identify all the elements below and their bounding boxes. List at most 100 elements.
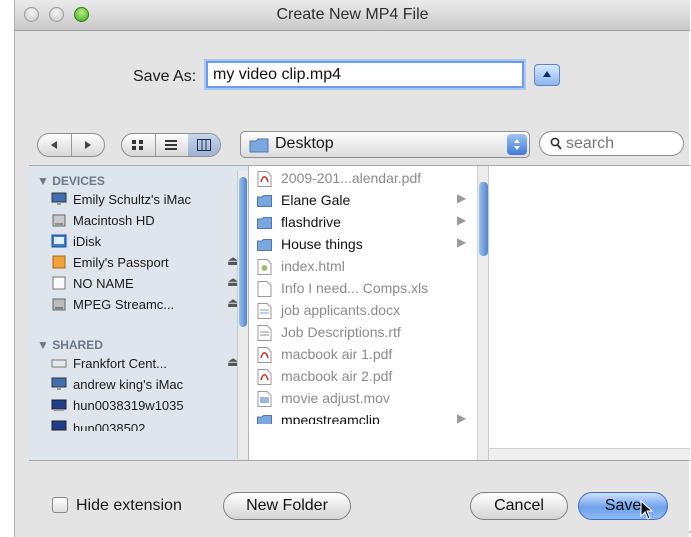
folder-icon: [257, 195, 272, 207]
file-name: macbook air 2.pdf: [281, 368, 393, 384]
file-name: Elane Gale: [281, 192, 351, 208]
file-name: mpegstreamclip: [281, 412, 380, 424]
file-row[interactable]: movie adjust.mov: [249, 388, 475, 410]
title-bar[interactable]: Create New MP4 File: [15, 0, 690, 31]
file-row[interactable]: macbook air 2.pdf: [249, 366, 475, 388]
window-title: Create New MP4 File: [276, 6, 429, 23]
collapse-dialog-button[interactable]: [534, 64, 560, 86]
sidebar-item-idisk[interactable]: iDisk: [51, 232, 246, 252]
sidebar-header-devices[interactable]: ▼ DEVICES: [37, 174, 105, 188]
removable-disk-icon: [52, 276, 66, 290]
sidebar: ▼ DEVICES Emily Schultz's iMac Macintosh…: [29, 166, 249, 460]
cancel-button[interactable]: Cancel: [470, 492, 568, 520]
new-folder-button[interactable]: New Folder: [223, 492, 351, 520]
hard-drive-icon: [52, 214, 66, 227]
sidebar-item-label: Emily Schultz's iMac: [73, 192, 192, 207]
file-row[interactable]: index.html: [249, 256, 475, 278]
forward-button[interactable]: [72, 134, 104, 156]
file-name: flashdrive: [281, 214, 341, 230]
sidebar-scrollbar[interactable]: [237, 171, 248, 459]
save-button[interactable]: Save: [578, 492, 668, 520]
preview-column: [489, 166, 690, 460]
sidebar-item-label: hun0038319w1035: [73, 398, 184, 413]
location-popup[interactable]: Desktop: [240, 131, 530, 158]
file-name: job applicants.docx: [281, 302, 401, 318]
sidebar-item-label: Emily's Passport: [73, 255, 169, 270]
back-button[interactable]: [38, 134, 72, 156]
hide-extension-checkbox[interactable]: [52, 497, 68, 513]
file-column: 2009-201...alendar.pdf Elane Gale ▶ flas…: [249, 166, 489, 460]
disclosure-arrow-icon: ▶: [457, 235, 467, 249]
pdf-file-icon: [257, 369, 272, 385]
sidebar-item-mpeg-streamclip[interactable]: MPEG Streamc... ⏏: [51, 295, 246, 315]
view-mode-group: [121, 133, 221, 157]
computer-icon: [51, 399, 67, 411]
list-view-icon: [165, 140, 177, 150]
horizontal-scrollbar[interactable]: [489, 448, 690, 460]
column-view-button[interactable]: [188, 134, 220, 156]
file-row[interactable]: flashdrive ▶: [249, 212, 475, 234]
search-icon: [550, 137, 562, 150]
file-row[interactable]: House things ▶: [249, 234, 475, 256]
sidebar-item-hun0038319w1035[interactable]: hun0038319w1035: [51, 396, 246, 416]
file-column-scrollbar[interactable]: [477, 166, 488, 460]
sidebar-item-label: Frankfort Cent...: [73, 356, 167, 371]
sidebar-item-andrew-imac[interactable]: andrew king's iMac: [51, 375, 246, 395]
save-as-label: Save As:: [133, 68, 197, 85]
computer-icon: [51, 420, 67, 431]
disk-image-icon: [52, 298, 66, 311]
resize-grip-icon[interactable]: [687, 520, 691, 534]
file-row[interactable]: mpegstreamclip ▶: [249, 410, 475, 424]
sidebar-item-emily-imac[interactable]: Emily Schultz's iMac: [51, 190, 246, 210]
sidebar-item-label: Macintosh HD: [73, 213, 155, 228]
save-dialog: Create New MP4 File Save As: my video cl…: [14, 0, 691, 537]
search-field[interactable]: [539, 131, 684, 156]
sidebar-item-macintosh-hd[interactable]: Macintosh HD: [51, 211, 246, 231]
file-name: 2009-201...alendar.pdf: [281, 170, 422, 186]
updown-chevron-icon: [514, 139, 520, 150]
sidebar-item-label: hun0038502: [73, 421, 146, 431]
icon-view-button[interactable]: [122, 134, 156, 156]
save-as-input[interactable]: [206, 61, 524, 88]
sidebar-header-label: DEVICES: [52, 174, 105, 188]
search-input[interactable]: [564, 134, 678, 154]
file-column-scroll-thumb[interactable]: [479, 182, 488, 256]
document-icon: [257, 303, 272, 319]
pdf-file-icon: [257, 347, 272, 363]
sidebar-scroll-thumb[interactable]: [239, 177, 247, 327]
file-row[interactable]: job applicants.docx: [249, 300, 475, 322]
back-forward-group: [37, 133, 105, 157]
file-browser: ▼ DEVICES Emily Schultz's iMac Macintosh…: [29, 165, 690, 461]
document-icon: [257, 325, 272, 341]
imac-icon: [51, 377, 67, 390]
location-stepper[interactable]: [507, 134, 527, 155]
sidebar-item-emily-passport[interactable]: Emily's Passport ⏏: [51, 253, 246, 273]
back-arrow-icon: [51, 141, 57, 149]
file-row[interactable]: Info I need... Comps.xls: [249, 278, 475, 300]
forward-arrow-icon: [85, 141, 91, 149]
sidebar-header-shared[interactable]: ▼ SHARED: [37, 338, 103, 352]
folder-icon: [257, 239, 272, 251]
file-name: macbook air 1.pdf: [281, 346, 393, 362]
disclosure-arrow-icon: ▶: [457, 213, 467, 227]
file-name: House things: [281, 236, 363, 252]
file-name: Info I need... Comps.xls: [281, 280, 429, 296]
file-name: movie adjust.mov: [281, 390, 390, 406]
list-view-button[interactable]: [155, 134, 189, 156]
file-row[interactable]: 2009-201...alendar.pdf: [249, 168, 475, 190]
folder-icon: [257, 217, 272, 229]
file-row[interactable]: Elane Gale ▶: [249, 190, 475, 212]
location-label: Desktop: [275, 135, 334, 152]
sidebar-item-frankfort[interactable]: Frankfort Cent... ⏏: [51, 354, 246, 374]
folder-icon: [257, 415, 272, 424]
mouse-pointer-icon: [640, 500, 654, 520]
sidebar-item-label: andrew king's iMac: [73, 377, 184, 392]
folder-icon: [249, 138, 269, 153]
file-row[interactable]: Job Descriptions.rtf: [249, 322, 475, 344]
hide-extension-label: Hide extension: [76, 497, 182, 514]
sidebar-item-hun0038502[interactable]: hun0038502: [51, 417, 246, 431]
file-row[interactable]: macbook air 1.pdf: [249, 344, 475, 366]
document-icon: [257, 281, 272, 297]
sidebar-item-no-name[interactable]: NO NAME ⏏: [51, 274, 246, 294]
sidebar-item-label: MPEG Streamc...: [73, 297, 175, 312]
